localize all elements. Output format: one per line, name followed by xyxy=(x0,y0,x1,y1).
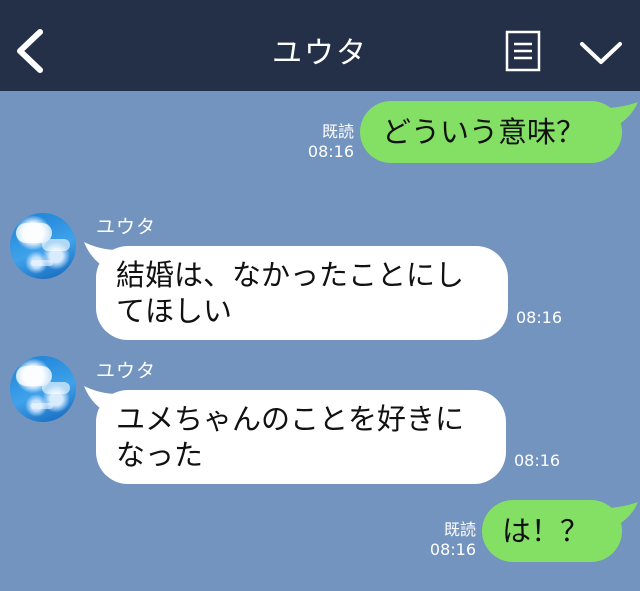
chat-header: ユウタ xyxy=(0,0,640,91)
read-receipt: 既読 08:16 xyxy=(410,520,476,560)
received-message-bubble[interactable]: 結婚は、なかったことにし てほしい xyxy=(96,246,508,340)
sender-name: ユウタ xyxy=(96,360,157,382)
timestamp: 08:16 xyxy=(516,308,563,327)
menu-button[interactable] xyxy=(504,28,544,74)
menu-list-icon xyxy=(505,30,541,72)
sent-message-bubble[interactable]: は！？ xyxy=(482,500,622,562)
message-line: ユメちゃんのことを好きに xyxy=(116,402,465,436)
message-line: 結婚は、なかったことにし xyxy=(116,258,465,292)
timestamp: 08:16 xyxy=(429,540,476,559)
message-line: てほしい xyxy=(116,294,233,328)
read-label: 既読 xyxy=(443,520,476,539)
sent-message-bubble[interactable]: どういう意味？ xyxy=(360,101,622,163)
chat-title: ユウタ xyxy=(272,36,368,71)
message-text: は！？ xyxy=(502,514,590,548)
timestamp: 08:16 xyxy=(307,142,354,161)
sender-name: ユウタ xyxy=(96,216,157,238)
read-label: 既読 xyxy=(321,122,354,141)
chevron-down-icon xyxy=(580,42,622,64)
message-line: なった xyxy=(116,438,204,472)
message-text: どういう意味？ xyxy=(382,115,586,149)
received-message-bubble[interactable]: ユメちゃんのことを好きに なった xyxy=(96,390,506,484)
collapse-button[interactable] xyxy=(578,36,624,70)
timestamp: 08:16 xyxy=(514,451,561,470)
avatar[interactable] xyxy=(10,356,76,422)
avatar[interactable] xyxy=(10,213,76,279)
read-receipt: 既読 08:16 xyxy=(290,122,354,162)
